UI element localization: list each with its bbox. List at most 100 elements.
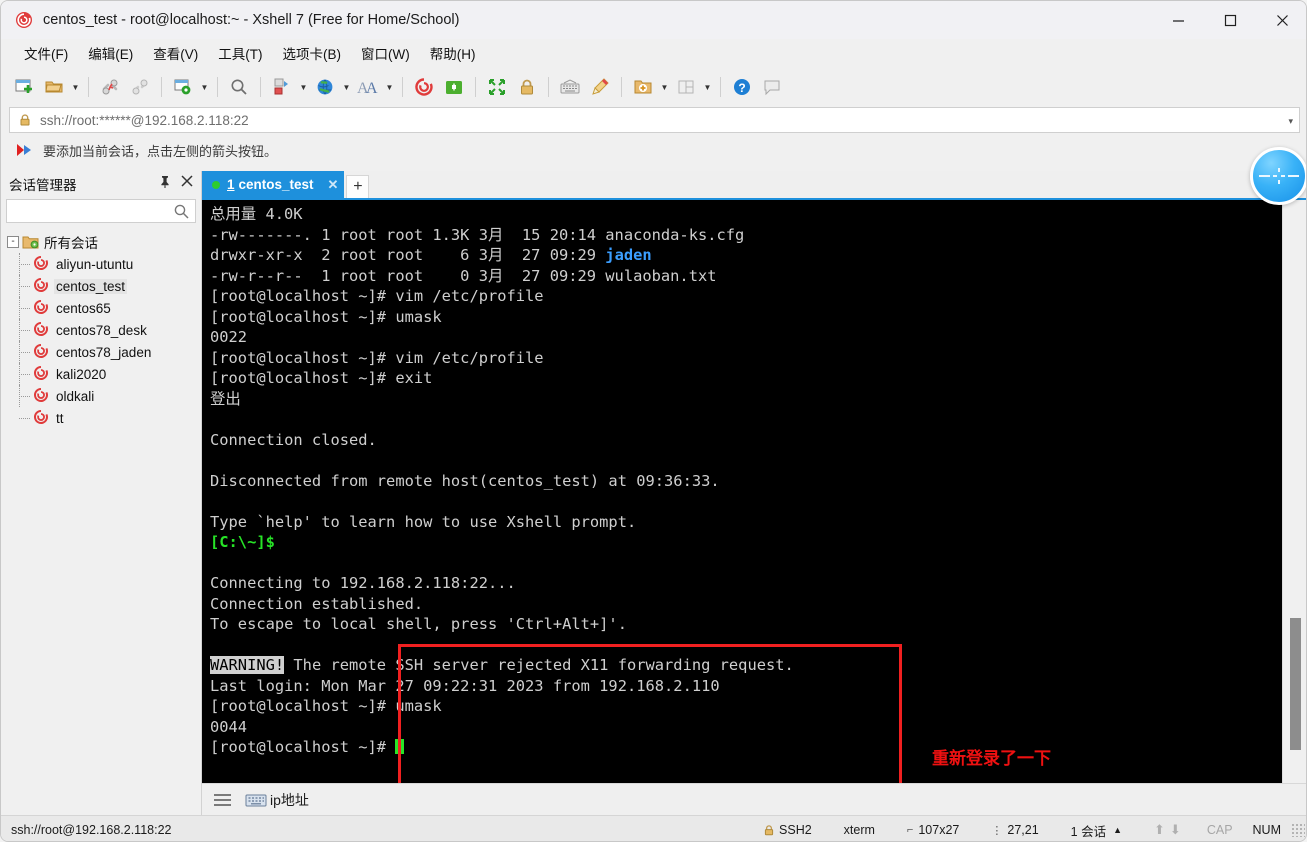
- comment-icon[interactable]: [757, 73, 787, 101]
- add-to-folder-icon[interactable]: [628, 73, 658, 101]
- menu-file[interactable]: 文件(F): [15, 40, 77, 66]
- xftp-icon[interactable]: [439, 73, 469, 101]
- font-icon[interactable]: A A: [353, 73, 383, 101]
- session-label: kali2020: [54, 367, 108, 382]
- xshell-window: centos_test - root@localhost:~ - Xshell …: [0, 0, 1307, 842]
- keyboard-icon[interactable]: [245, 792, 267, 808]
- terminal-text: [root@localhost ~]# vim /etc/profile: [210, 349, 544, 367]
- font-caret-down-icon[interactable]: ▼: [383, 73, 396, 101]
- maximize-button[interactable]: [1204, 1, 1256, 39]
- status-cursor: ⋮ 27,21: [975, 823, 1054, 837]
- resize-grip-icon[interactable]: [1291, 823, 1305, 837]
- terminal-text: 0044: [210, 718, 247, 736]
- red-arrow-icon: [15, 142, 35, 158]
- terminal-text: To escape to local shell, press 'Ctrl+Al…: [210, 615, 627, 633]
- terminal-line: To escape to local shell, press 'Ctrl+Al…: [210, 614, 1282, 635]
- highlight-pen-icon[interactable]: [585, 73, 615, 101]
- new-tab-button[interactable]: +: [346, 175, 369, 198]
- hamburger-icon[interactable]: [214, 794, 231, 806]
- menu-tools[interactable]: 工具(T): [209, 40, 271, 66]
- session-item-aliyun-utuntu[interactable]: aliyun-utuntu: [7, 253, 201, 275]
- fullscreen-icon[interactable]: [482, 73, 512, 101]
- tree-connector: [19, 396, 30, 397]
- add-to-folder-caret-down-icon[interactable]: ▼: [658, 73, 671, 101]
- tab-centos-test[interactable]: 1 centos_test ✕: [202, 171, 344, 198]
- close-button[interactable]: [1256, 1, 1307, 39]
- scrollbar-thumb[interactable]: [1290, 618, 1301, 750]
- address-bar[interactable]: ssh://root:******@192.168.2.118:22 ▾: [9, 107, 1300, 133]
- globe-caret-down-icon[interactable]: ▼: [340, 73, 353, 101]
- terminal-line: [210, 409, 1282, 430]
- tab-number: 1: [227, 177, 235, 192]
- new-session-icon[interactable]: [9, 73, 39, 101]
- keyboard-icon[interactable]: [555, 73, 585, 101]
- toolbar-divider: [88, 77, 89, 97]
- status-bar: ssh://root@192.168.2.118:22 SSH2 xterm ⌐…: [1, 815, 1307, 842]
- tree-connector: [19, 286, 30, 287]
- collapse-expander-icon[interactable]: -: [7, 236, 19, 248]
- terminal-text: drwxr-xr-x 2 root root 6 3月 27 09:29: [210, 246, 605, 264]
- terminal-text: [root@localhost ~]# exit: [210, 369, 432, 387]
- session-properties-icon[interactable]: [168, 73, 198, 101]
- terminal-output[interactable]: 总用量 4.0K-rw-------. 1 root root 1.3K 3月 …: [202, 200, 1282, 783]
- session-item-oldkali[interactable]: oldkali: [7, 385, 201, 407]
- search-input[interactable]: [12, 203, 172, 219]
- cursor-icon: ⋮: [991, 824, 1002, 837]
- file-transfer-caret-down-icon[interactable]: ▼: [297, 73, 310, 101]
- disconnect-icon[interactable]: [95, 73, 125, 101]
- status-terminal-type: xterm: [828, 823, 891, 837]
- session-search-box[interactable]: [6, 199, 196, 223]
- menu-view[interactable]: 查看(V): [144, 40, 207, 66]
- notice-text: 要添加当前会话，点击左侧的箭头按钮。: [43, 141, 277, 160]
- find-icon[interactable]: [224, 73, 254, 101]
- menu-bar: 文件(F) 编辑(E) 查看(V) 工具(T) 选项卡(B) 窗口(W) 帮助(…: [1, 39, 1307, 67]
- tree-connector: [19, 418, 30, 419]
- session-item-kali2020[interactable]: kali2020: [7, 363, 201, 385]
- session-icon: [33, 255, 49, 274]
- chevron-down-icon[interactable]: ▾: [1288, 108, 1293, 134]
- pin-icon[interactable]: [159, 175, 171, 192]
- globe-icon[interactable]: [310, 73, 340, 101]
- menu-tab[interactable]: 选项卡(B): [274, 40, 351, 66]
- upload-arrow-icon: ⬆: [1154, 822, 1165, 838]
- tree-connector: [19, 308, 30, 309]
- session-item-centos78-desk[interactable]: centos78_desk: [7, 319, 201, 341]
- svg-text:?: ?: [738, 81, 745, 95]
- help-icon[interactable]: ?: [727, 73, 757, 101]
- search-icon[interactable]: [173, 203, 190, 225]
- session-panel-close-icon[interactable]: [181, 174, 193, 190]
- tree-root-all-sessions[interactable]: - 所有会话: [7, 231, 201, 253]
- session-icon: [33, 365, 49, 384]
- menu-window[interactable]: 窗口(W): [352, 40, 419, 66]
- session-label: aliyun-utuntu: [54, 257, 135, 272]
- layout-icon[interactable]: [671, 73, 701, 101]
- terminal-area: 总用量 4.0K-rw-------. 1 root root 1.3K 3月 …: [202, 198, 1307, 783]
- minimize-button[interactable]: [1152, 1, 1204, 39]
- toolbar-divider: [621, 77, 622, 97]
- lock-icon[interactable]: [512, 73, 542, 101]
- menu-help[interactable]: 帮助(H): [421, 40, 485, 66]
- terminal-line: [root@localhost ~]# umask: [210, 307, 1282, 328]
- session-item-centos78-jaden[interactable]: centos78_jaden: [7, 341, 201, 363]
- tab-close-icon[interactable]: ✕: [328, 177, 339, 193]
- xshell-icon[interactable]: [409, 73, 439, 101]
- reconnect-icon[interactable]: [125, 73, 155, 101]
- terminal-scrollbar[interactable]: [1282, 200, 1307, 785]
- terminal-line: drwxr-xr-x 2 root root 6 3月 27 09:29 jad…: [210, 245, 1282, 266]
- chevron-up-icon[interactable]: ▲: [1113, 825, 1122, 835]
- session-item-centos-test[interactable]: centos_test: [7, 275, 201, 297]
- session-item-tt[interactable]: tt: [7, 407, 201, 429]
- menu-edit[interactable]: 编辑(E): [79, 40, 142, 66]
- crosshair-icon: [1259, 168, 1299, 184]
- layout-caret-down-icon[interactable]: ▼: [701, 73, 714, 101]
- open-folder-caret-down-icon[interactable]: ▼: [69, 73, 82, 101]
- screen-capture-orb[interactable]: [1250, 147, 1307, 205]
- file-transfer-icon[interactable]: [267, 73, 297, 101]
- open-folder-icon[interactable]: [39, 73, 69, 101]
- address-value: ssh://root:******@192.168.2.118:22: [40, 113, 249, 128]
- terminal-line: [C:\~]$: [210, 532, 1282, 553]
- session-item-centos65[interactable]: centos65: [7, 297, 201, 319]
- session-properties-caret-down-icon[interactable]: ▼: [198, 73, 211, 101]
- status-sessions[interactable]: 1 会话 ▲: [1055, 821, 1138, 840]
- tree-connector: [19, 264, 30, 265]
